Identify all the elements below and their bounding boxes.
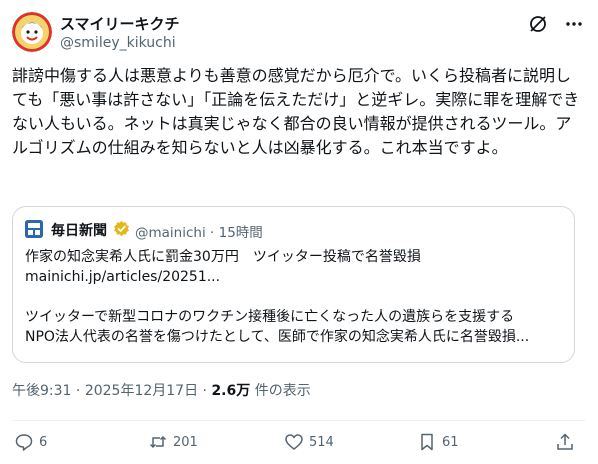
tweet-time[interactable]: 午後9:31 — [12, 383, 71, 399]
divider — [12, 420, 586, 421]
separator-dot: · — [210, 225, 215, 241]
like-button[interactable]: 514 — [284, 432, 334, 452]
mainichi-logo-icon — [25, 220, 43, 238]
quote-snippet-line: ツイッターで新型コロナのワクチン接種後に亡くなった人の遺族らを支援する — [25, 309, 515, 325]
quote-source-name[interactable]: 毎日新聞 — [51, 220, 107, 240]
quote-meta: @mainichi · 15時間 — [135, 221, 263, 241]
tweet-meta: 午後9:31 · 2025年12月17日 · 2.6万 件の表示 — [12, 380, 311, 400]
share-icon — [557, 433, 573, 450]
verified-badge-icon — [114, 220, 129, 237]
avatar[interactable] — [12, 12, 52, 52]
separator-dot: · — [202, 383, 207, 399]
tweet-date[interactable]: 2025年12月17日 — [85, 383, 198, 399]
heart-icon — [285, 434, 303, 450]
author-name[interactable]: スマイリーキクチ — [60, 13, 180, 34]
quote-link[interactable]: mainichi.jp/articles/20251... — [25, 267, 565, 287]
quote-snippet-line: NPO法人代表の名誉を傷つけたとして、医師で作家の知念実希人氏に名誉毀損... — [25, 329, 530, 345]
bookmark-count: 61 — [442, 434, 459, 450]
reply-button[interactable]: 6 — [14, 432, 47, 452]
tweet-text: 誹謗中傷する人は悪意よりも善意の感覚だから厄介で。いくら投稿者に説明しても「悪い… — [12, 66, 580, 157]
retweet-button[interactable]: 201 — [148, 432, 198, 452]
share-button[interactable] — [555, 432, 575, 452]
bookmark-icon — [421, 433, 433, 451]
retweet-count: 201 — [173, 434, 198, 450]
grok-icon[interactable] — [528, 14, 548, 34]
quote-handle: @mainichi — [135, 225, 206, 241]
views-count: 2.6万 — [211, 383, 251, 399]
quote-body: 作家の知念実希人氏に罰金30万円 ツイッター投稿で名誉毀損 mainichi.j… — [25, 247, 565, 347]
bookmark-button[interactable]: 61 — [417, 432, 459, 452]
separator-dot: · — [75, 383, 81, 399]
quote-time: 15時間 — [218, 225, 263, 241]
more-icon[interactable] — [564, 14, 584, 34]
views-label: 件の表示 — [254, 383, 311, 399]
reply-count: 6 — [39, 434, 48, 450]
retweet-icon — [149, 435, 167, 449]
quoted-tweet-card[interactable]: 毎日新聞 @mainichi · 15時間 作家の知念実希人氏に罰金30万円 ツ… — [12, 206, 575, 363]
like-count: 514 — [309, 434, 334, 450]
avatar-icon — [12, 12, 52, 52]
author-handle[interactable]: @smiley_kikuchi — [60, 35, 176, 51]
reply-icon — [15, 434, 33, 451]
quote-headline: 作家の知念実希人氏に罰金30万円 ツイッター投稿で名誉毀損 — [25, 249, 421, 265]
